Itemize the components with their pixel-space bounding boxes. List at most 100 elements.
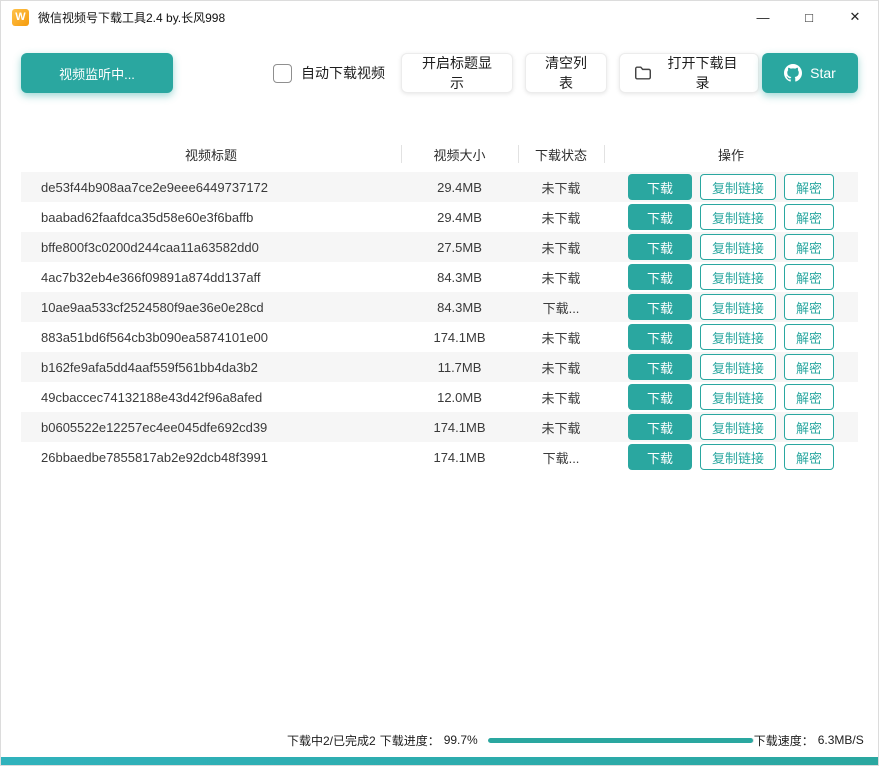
decrypt-button[interactable]: 解密 — [784, 264, 834, 290]
copy-link-button[interactable]: 复制链接 — [700, 414, 776, 440]
progress-label: 下载进度： — [380, 732, 440, 749]
copy-link-button[interactable]: 复制链接 — [700, 234, 776, 260]
row-title: 4ac7b32eb4e366f09891a874dd137aff — [21, 270, 401, 285]
toolbar: 视频监听中... 自动下载视频 开启标题显示 清空列表 打开下载目录 Star — [1, 33, 878, 93]
row-status: 未下载 — [518, 268, 604, 287]
github-icon — [784, 64, 802, 82]
copy-link-button[interactable]: 复制链接 — [700, 384, 776, 410]
header-video-title: 视频标题 — [21, 136, 401, 172]
table-row: 10ae9aa533cf2524580f9ae36e0e28cd 84.3MB … — [21, 292, 858, 322]
header-video-size: 视频大小 — [401, 136, 518, 172]
open-download-dir-button[interactable]: 打开下载目录 — [619, 53, 759, 93]
download-button[interactable]: 下载 — [628, 204, 692, 230]
auto-download-checkbox[interactable] — [273, 64, 292, 83]
row-actions: 下载 复制链接 解密 — [604, 204, 858, 230]
decrypt-button[interactable]: 解密 — [784, 384, 834, 410]
download-speed-group: 下载速度： 6.3MB/S — [754, 732, 864, 749]
row-status: 未下载 — [518, 238, 604, 257]
progress-bar — [488, 738, 754, 743]
row-actions: 下载 复制链接 解密 — [604, 354, 858, 380]
decrypt-button[interactable]: 解密 — [784, 234, 834, 260]
row-title: b0605522e12257ec4ee045dfe692cd39 — [21, 420, 401, 435]
row-size: 29.4MB — [401, 210, 518, 225]
copy-link-button[interactable]: 复制链接 — [700, 174, 776, 200]
title-display-button[interactable]: 开启标题显示 — [401, 53, 513, 93]
download-progress-group: 下载中2/已完成2 下载进度： 99.7% — [287, 732, 478, 749]
decrypt-button[interactable]: 解密 — [784, 444, 834, 470]
row-actions: 下载 复制链接 解密 — [604, 384, 858, 410]
row-size: 11.7MB — [401, 360, 518, 375]
minimize-button[interactable]: — — [740, 1, 786, 33]
github-star-button[interactable]: Star — [762, 53, 858, 93]
table-row: 883a51bd6f564cb3b090ea5874101e00 174.1MB… — [21, 322, 858, 352]
table-row: de53f44b908aa7ce2e9eee6449737172 29.4MB … — [21, 172, 858, 202]
speed-label: 下载速度： — [754, 732, 814, 749]
row-actions: 下载 复制链接 解密 — [604, 444, 858, 470]
copy-link-button[interactable]: 复制链接 — [700, 294, 776, 320]
header-download-status: 下载状态 — [518, 136, 604, 172]
row-status: 下载... — [518, 448, 604, 467]
row-size: 174.1MB — [401, 420, 518, 435]
download-button[interactable]: 下载 — [628, 414, 692, 440]
decrypt-button[interactable]: 解密 — [784, 354, 834, 380]
table-row: baabad62faafdca35d58e60e3f6baffb 29.4MB … — [21, 202, 858, 232]
download-button[interactable]: 下载 — [628, 384, 692, 410]
row-status: 未下载 — [518, 208, 604, 227]
open-download-dir-label: 打开下载目录 — [661, 53, 744, 93]
table-row: bffe800f3c0200d244caa11a63582dd0 27.5MB … — [21, 232, 858, 262]
row-title: 10ae9aa533cf2524580f9ae36e0e28cd — [21, 300, 401, 315]
download-count-text: 下载中2/已完成2 — [287, 732, 376, 749]
row-status: 未下载 — [518, 178, 604, 197]
table-row: 4ac7b32eb4e366f09891a874dd137aff 84.3MB … — [21, 262, 858, 292]
download-button[interactable]: 下载 — [628, 444, 692, 470]
table-row: b162fe9afa5dd4aaf559f561bb4da3b2 11.7MB … — [21, 352, 858, 382]
row-title: baabad62faafdca35d58e60e3f6baffb — [21, 210, 401, 225]
close-button[interactable]: ✕ — [832, 1, 878, 33]
copy-link-button[interactable]: 复制链接 — [700, 324, 776, 350]
download-button[interactable]: 下载 — [628, 174, 692, 200]
row-title: 49cbaccec74132188e43d42f96a8afed — [21, 390, 401, 405]
row-status: 未下载 — [518, 388, 604, 407]
decrypt-button[interactable]: 解密 — [784, 324, 834, 350]
row-actions: 下载 复制链接 解密 — [604, 324, 858, 350]
progress-fill — [488, 738, 753, 743]
copy-link-button[interactable]: 复制链接 — [700, 264, 776, 290]
row-size: 84.3MB — [401, 300, 518, 315]
row-size: 174.1MB — [401, 450, 518, 465]
copy-link-button[interactable]: 复制链接 — [700, 204, 776, 230]
auto-download-group: 自动下载视频 — [273, 63, 385, 83]
decrypt-button[interactable]: 解密 — [784, 294, 834, 320]
decrypt-button[interactable]: 解密 — [784, 414, 834, 440]
github-star-label: Star — [810, 65, 836, 81]
table-row: 49cbaccec74132188e43d42f96a8afed 12.0MB … — [21, 382, 858, 412]
clear-list-button[interactable]: 清空列表 — [525, 53, 607, 93]
bottom-accent-strip — [1, 757, 878, 765]
download-button[interactable]: 下载 — [628, 324, 692, 350]
app-icon: W — [12, 9, 29, 26]
download-button[interactable]: 下载 — [628, 294, 692, 320]
row-actions: 下载 复制链接 解密 — [604, 414, 858, 440]
row-status: 未下载 — [518, 328, 604, 347]
row-size: 27.5MB — [401, 240, 518, 255]
row-status: 未下载 — [518, 358, 604, 377]
row-actions: 下载 复制链接 解密 — [604, 234, 858, 260]
row-status: 下载... — [518, 298, 604, 317]
table-row: 26bbaedbe7855817ab2e92dcb48f3991 174.1MB… — [21, 442, 858, 472]
decrypt-button[interactable]: 解密 — [784, 204, 834, 230]
copy-link-button[interactable]: 复制链接 — [700, 444, 776, 470]
row-title: 883a51bd6f564cb3b090ea5874101e00 — [21, 330, 401, 345]
decrypt-button[interactable]: 解密 — [784, 174, 834, 200]
download-button[interactable]: 下载 — [628, 264, 692, 290]
row-size: 29.4MB — [401, 180, 518, 195]
auto-download-label: 自动下载视频 — [301, 63, 385, 83]
progress-value: 99.7% — [444, 733, 478, 747]
maximize-button[interactable]: □ — [786, 1, 832, 33]
monitor-status-button[interactable]: 视频监听中... — [21, 53, 173, 93]
download-button[interactable]: 下载 — [628, 354, 692, 380]
row-actions: 下载 复制链接 解密 — [604, 294, 858, 320]
row-actions: 下载 复制链接 解密 — [604, 174, 858, 200]
download-button[interactable]: 下载 — [628, 234, 692, 260]
header-actions: 操作 — [604, 136, 858, 172]
row-title: de53f44b908aa7ce2e9eee6449737172 — [21, 180, 401, 195]
copy-link-button[interactable]: 复制链接 — [700, 354, 776, 380]
